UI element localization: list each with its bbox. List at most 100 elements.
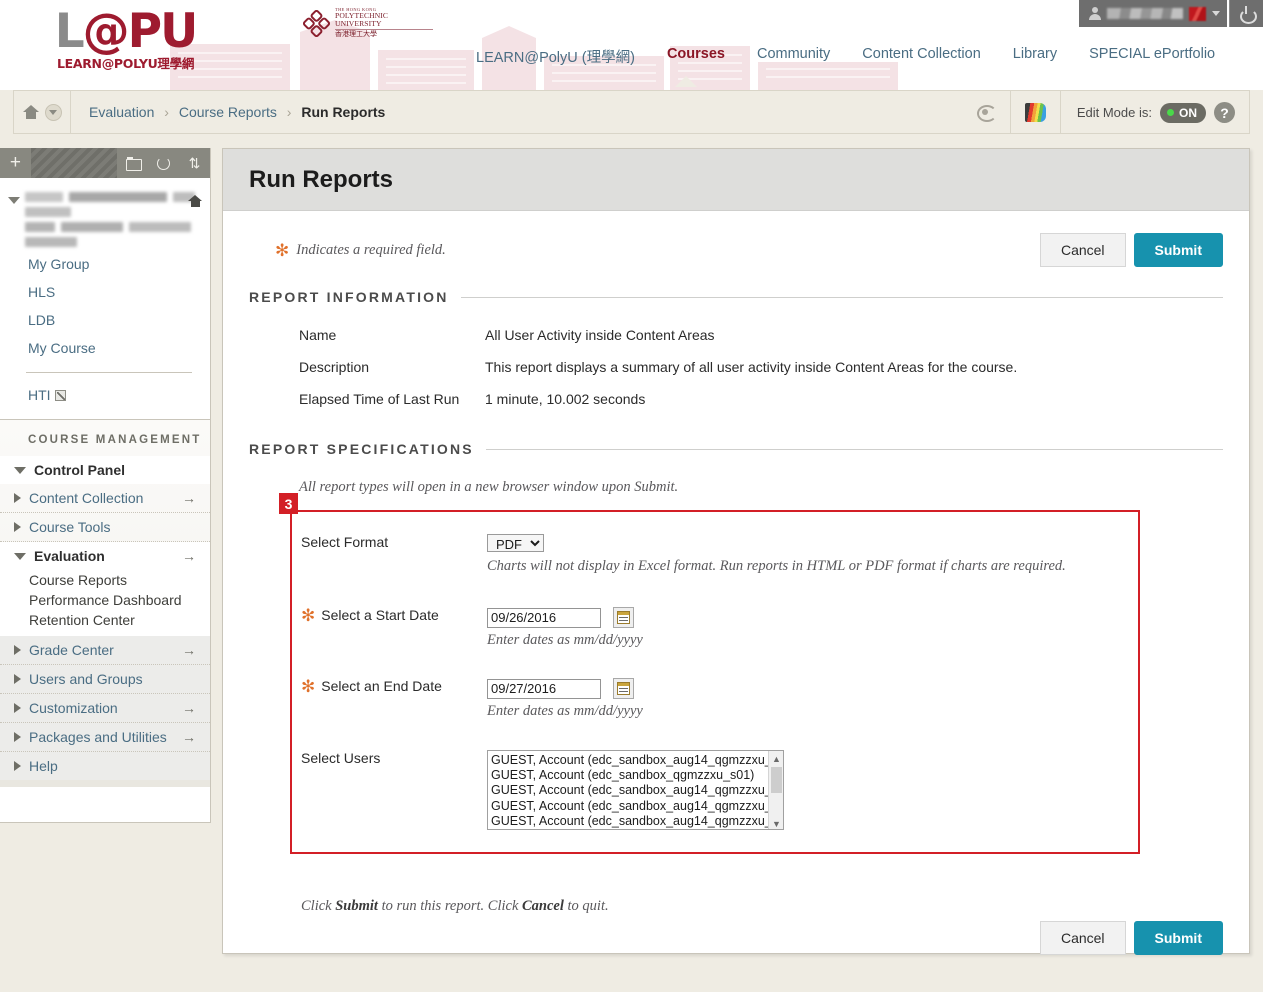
edit-mode-group: Edit Mode is: ON ?	[1059, 91, 1249, 134]
chevron-right-icon[interactable]	[14, 522, 21, 532]
nav-item-library[interactable]: Library	[997, 46, 1073, 62]
user-option[interactable]: GUEST, Account (edc_sandbox_aug14_qgmzzx…	[491, 753, 783, 768]
calendar-icon	[617, 611, 631, 624]
nav-item-community[interactable]: Community	[741, 46, 846, 62]
sidebar-item-label: Control Panel	[34, 462, 126, 478]
breadcrumb-home-group[interactable]	[14, 90, 71, 134]
sidebar-item-course-tools[interactable]: Course Tools	[0, 513, 210, 542]
sidebar-item-retention-center[interactable]: Retention Center	[0, 610, 210, 636]
footer-note-submit: Submit	[335, 898, 378, 914]
nav-item-courses[interactable]: Courses	[651, 46, 741, 62]
start-date-hint: Enter dates as mm/dd/yyyy	[487, 632, 643, 648]
sidebar-item-label: Help	[29, 758, 58, 774]
chevron-down-icon[interactable]	[8, 197, 20, 204]
sidebar-item-evaluation[interactable]: Evaluation →	[0, 542, 210, 570]
user-menu[interactable]	[1079, 0, 1227, 27]
chevron-right-icon[interactable]	[14, 674, 21, 684]
form-control-select-users: GUEST, Account (edc_sandbox_aug14_qgmzzx…	[487, 750, 1138, 830]
sidebar-item-label: Course Tools	[29, 519, 111, 535]
chevron-down-icon[interactable]	[14, 466, 26, 474]
edit-mode-toggle[interactable]: ON	[1160, 102, 1206, 123]
sidebar-item-help[interactable]: Help	[0, 752, 210, 780]
brand-header: L@PU LEARN@POLYU理學網 THE HONG KONG POLYTE…	[0, 0, 1263, 90]
end-date-input[interactable]	[487, 678, 601, 699]
sidebar-item-control-panel[interactable]: Control Panel	[0, 456, 210, 484]
label-text: Select Users	[301, 750, 381, 766]
scroll-up-icon[interactable]: ▲	[769, 751, 783, 766]
sidebar-item-grade-center[interactable]: Grade Center →	[0, 636, 210, 665]
home-icon[interactable]	[22, 105, 39, 119]
sidebar-item-ldb[interactable]: LDB	[0, 306, 210, 334]
sidebar-item-customization[interactable]: Customization →	[0, 694, 210, 723]
nav-active-tab-arrow	[675, 76, 697, 87]
required-field-note: ✻ Indicates a required field.	[249, 242, 446, 259]
start-date-input[interactable]	[487, 607, 601, 628]
required-asterisk-icon: ✻	[301, 677, 316, 696]
external-link-icon	[54, 389, 66, 401]
polyu-crest-logo[interactable]: THE HONG KONG POLYTECHNIC UNIVERSITY 香港理…	[303, 7, 433, 39]
listbox-scrollbar[interactable]: ▲ ▼	[768, 751, 783, 829]
help-icon[interactable]: ?	[1214, 102, 1235, 123]
user-option[interactable]: GUEST, Account (edc_sandbox_aug14_qgmzzx…	[491, 814, 783, 829]
chevron-right-icon[interactable]	[14, 703, 21, 713]
sidebar-item-packages-and-utilities[interactable]: Packages and Utilities →	[0, 723, 210, 752]
sidebar-item-content-collection[interactable]: Content Collection →	[0, 484, 210, 513]
theme-button[interactable]	[1009, 91, 1060, 134]
polyu-crest-line-3: 香港理工大學	[335, 30, 377, 39]
nav-item-learn-polyu[interactable]: LEARN@PolyU (理學網)	[460, 46, 651, 67]
scroll-down-icon[interactable]: ▼	[769, 816, 783, 829]
chevron-down-icon[interactable]	[44, 103, 62, 121]
info-row-name: Name All User Activity inside Content Ar…	[299, 327, 1223, 343]
refresh-menu-button[interactable]	[148, 148, 179, 178]
refresh-button[interactable]	[961, 91, 1010, 134]
cancel-button-top[interactable]: Cancel	[1039, 233, 1126, 267]
lapu-logo-wordmark: L@PU	[48, 8, 203, 55]
info-value: 1 minute, 10.002 seconds	[485, 391, 646, 407]
start-date-calendar-button[interactable]	[613, 607, 635, 628]
chevron-down-icon[interactable]	[14, 552, 26, 560]
sidebar-item-users-and-groups[interactable]: Users and Groups	[0, 665, 210, 694]
bottom-button-row: Cancel Submit	[249, 921, 1223, 955]
chevron-right-icon[interactable]	[14, 493, 21, 503]
breadcrumb-item-course-reports[interactable]: Course Reports	[179, 104, 277, 120]
course-management-heading: COURSE MANAGEMENT	[28, 434, 202, 446]
sidebar-item-course-reports[interactable]: Course Reports	[0, 570, 210, 590]
report-intro-note: All report types will open in a new brow…	[299, 479, 679, 495]
cancel-button-bottom[interactable]: Cancel	[1039, 921, 1126, 955]
submit-button-top[interactable]: Submit	[1133, 233, 1223, 267]
submit-button-bottom[interactable]: Submit	[1133, 921, 1223, 955]
folder-view-button[interactable]	[117, 148, 148, 178]
add-menu-item-button[interactable]: +	[0, 148, 31, 178]
select-users-listbox[interactable]: GUEST, Account (edc_sandbox_aug14_qgmzzx…	[487, 750, 784, 830]
user-option[interactable]: GUEST, Account (edc_sandbox_aug14_qgmzzx…	[491, 783, 783, 798]
sidebar-item-my-group[interactable]: My Group	[0, 250, 210, 278]
end-date-calendar-button[interactable]	[613, 678, 635, 699]
form-control-end-date: Enter dates as mm/dd/yyyy	[487, 678, 1138, 720]
reorder-button[interactable]: ⇅	[179, 148, 210, 178]
select-format-dropdown[interactable]: PDF HTML Excel Word	[487, 534, 544, 552]
home-icon[interactable]	[188, 195, 202, 207]
nav-item-content-collection[interactable]: Content Collection	[846, 46, 997, 62]
required-field-text: Indicates a required field.	[296, 241, 446, 258]
form-row-select-format: Select Format PDF HTML Excel Word Charts…	[301, 530, 1138, 575]
sidebar-item-hti[interactable]: HTI	[0, 373, 210, 419]
chevron-right-icon[interactable]	[14, 645, 21, 655]
breadcrumb-item-evaluation[interactable]: Evaluation	[89, 104, 154, 120]
breadcrumb: Evaluation › Course Reports › Run Report…	[71, 104, 385, 120]
logout-button[interactable]	[1229, 0, 1263, 27]
nav-item-special-eportfolio[interactable]: SPECIAL ePortfolio	[1073, 46, 1231, 62]
user-option[interactable]: GUEST, Account (edc_sandbox_aug14_qgmzzx…	[491, 799, 783, 814]
color-palette-icon	[1024, 103, 1046, 122]
refresh-icon	[157, 156, 171, 170]
sidebar-item-performance-dashboard[interactable]: Performance Dashboard	[0, 590, 210, 610]
user-option[interactable]: GUEST, Account (edc_sandbox_qgmzzxu_s01)	[491, 768, 783, 783]
sidebar-item-hls[interactable]: HLS	[0, 278, 210, 306]
chevron-down-icon[interactable]	[1212, 11, 1220, 16]
sidebar-drag-handle[interactable]	[30, 148, 118, 178]
scrollbar-thumb[interactable]	[771, 767, 782, 793]
sidebar-item-my-course[interactable]: My Course	[0, 334, 210, 362]
chevron-right-icon[interactable]	[14, 761, 21, 771]
chevron-right-icon[interactable]	[14, 732, 21, 742]
lapu-logo[interactable]: L@PU LEARN@POLYU理學網	[48, 8, 203, 78]
course-title-row[interactable]	[0, 192, 210, 250]
